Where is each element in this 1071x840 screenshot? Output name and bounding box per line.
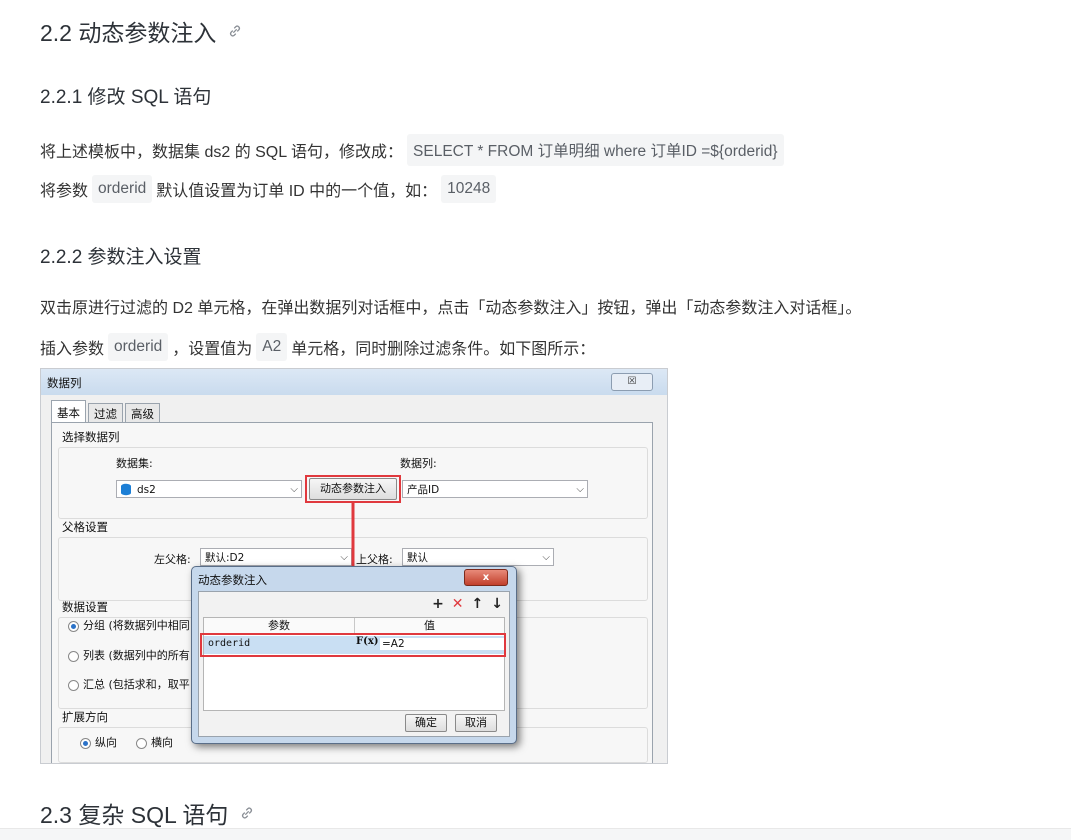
chevron-down-icon: ⌵: [576, 484, 584, 495]
group-label: 数据设置: [62, 600, 108, 614]
group-label: 父格设置: [62, 520, 108, 534]
radio-group[interactable]: 分组 (将数据列中相同: [68, 617, 190, 633]
section-title-2-2-1: 2.2.1 修改 SQL 语句: [40, 87, 212, 108]
link-icon[interactable]: [228, 24, 242, 38]
add-icon[interactable]: +: [432, 596, 444, 612]
link-icon[interactable]: [240, 806, 254, 820]
section-title-2-2: 2.2 动态参数注入: [40, 14, 242, 48]
group-label: 选择数据列: [62, 430, 120, 444]
paragraph: 将上述模板中，数据集 ds2 的 SQL 语句，修改成： SELECT * FR…: [40, 134, 788, 166]
close-icon[interactable]: x: [464, 569, 508, 586]
highlight-box: [305, 475, 401, 503]
left-parent-select[interactable]: 默认:D2 ⌵: [200, 548, 352, 566]
inline-code: SELECT * FROM 订单明细 where 订单ID =${orderid…: [407, 134, 784, 166]
radio-button[interactable]: [80, 737, 91, 749]
paragraph: 插入参数 orderid ，设置值为 A2 单元格，同时删除过滤条件。如下图所示…: [40, 333, 595, 361]
radio-button[interactable]: [68, 620, 79, 632]
dialog-body: + ✕ ↑ ↓ 参数 值 orderid F(x) =A2 确定 取消: [198, 591, 510, 737]
dataset-label: 数据集:: [116, 457, 153, 470]
tab-filter[interactable]: 过滤: [88, 403, 123, 424]
inline-code: orderid: [92, 175, 153, 203]
radio-horizontal[interactable]: 横向: [136, 734, 173, 750]
arrow-up-icon[interactable]: ↑: [472, 596, 484, 612]
toolbar: + ✕ ↑ ↓: [432, 596, 503, 612]
group-label: 扩展方向: [62, 710, 108, 724]
chevron-down-icon: ⌵: [290, 484, 298, 495]
radio-button[interactable]: [68, 650, 79, 662]
inline-code: orderid: [108, 333, 169, 361]
radio-vertical[interactable]: 纵向: [80, 734, 117, 750]
database-icon: [121, 483, 131, 496]
dialog-title: 动态参数注入: [198, 573, 267, 587]
ok-button[interactable]: 确定: [405, 714, 447, 732]
tab-bar: 基本 过滤 高级: [51, 400, 162, 424]
radio-button[interactable]: [68, 679, 79, 691]
tab-basic[interactable]: 基本: [51, 400, 86, 424]
page-footer-bar: [0, 828, 1071, 840]
cancel-button[interactable]: 取消: [455, 714, 497, 732]
radio-button[interactable]: [136, 737, 147, 749]
section-title-2-2-2: 2.2.2 参数注入设置: [40, 247, 202, 268]
highlight-box: [200, 633, 506, 657]
left-parent-label: 左父格:: [154, 553, 191, 566]
dataset-select[interactable]: ds2 ⌵: [116, 480, 302, 498]
dialog-screenshot: 数据列 ☒ 基本 过滤 高级 选择数据列 数据集: ds2 ⌵ 动态参数注入 数…: [40, 368, 668, 764]
delete-icon[interactable]: ✕: [452, 596, 464, 612]
radio-summary[interactable]: 汇总 (包括求和，取平: [68, 676, 190, 692]
chevron-down-icon: ⌵: [542, 552, 550, 563]
column-label: 数据列:: [400, 457, 437, 470]
column-select[interactable]: 产品ID ⌵: [402, 480, 588, 498]
radio-list[interactable]: 列表 (数据列中的所有: [68, 647, 190, 663]
section-title-2-3: 2.3 复杂 SQL 语句: [40, 796, 254, 830]
dialog-title: 数据列: [47, 376, 82, 390]
inline-code: 10248: [441, 175, 497, 203]
arrow-down-icon[interactable]: ↓: [491, 596, 503, 612]
inline-code: A2: [256, 333, 288, 361]
paragraph: 双击原进行过滤的 D2 单元格，在弹出数据列对话框中，点击「动态参数注入」按钮，…: [40, 300, 862, 317]
up-parent-select[interactable]: 默认 ⌵: [402, 548, 554, 566]
dialog-titlebar: 数据列 ☒: [41, 369, 667, 395]
param-table: 参数 值 orderid F(x) =A2: [200, 617, 506, 711]
close-icon[interactable]: ☒: [611, 373, 653, 391]
dynamic-param-dialog: 动态参数注入 x + ✕ ↑ ↓ 参数 值 orderid F(x) =A2 确…: [191, 566, 517, 744]
paragraph: 将参数 orderid 默认值设置为订单 ID 中的一个值，如： 10248: [40, 175, 500, 203]
tab-advanced[interactable]: 高级: [125, 403, 160, 424]
